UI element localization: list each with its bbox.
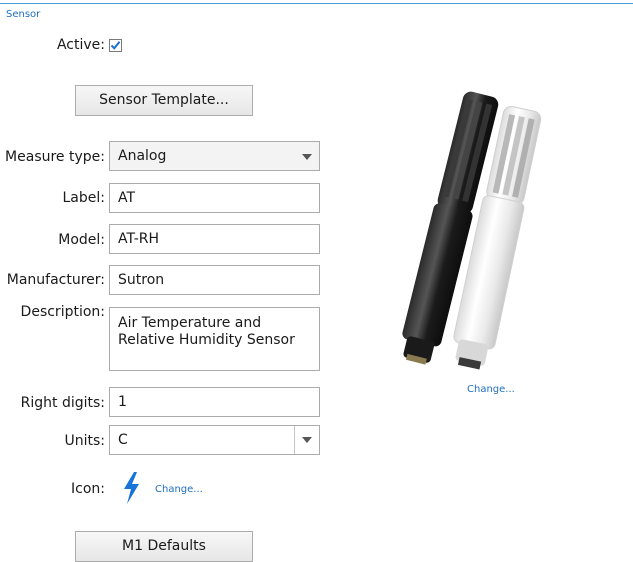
label-field[interactable]: AT (109, 183, 320, 213)
active-checkbox[interactable] (109, 39, 122, 52)
chevron-down-icon (302, 437, 312, 443)
active-label: Active: (56, 37, 105, 53)
sensor-group-title: Sensor (6, 9, 41, 20)
icon-label: Icon: (71, 481, 105, 497)
lightning-bolt-icon (124, 472, 139, 504)
measure-type-value: Analog (118, 148, 167, 164)
manufacturer-field[interactable]: Sutron (109, 265, 320, 295)
checkmark-icon (110, 41, 121, 50)
right-digits-label: Right digits: (20, 395, 105, 411)
description-label: Description: (20, 304, 105, 320)
sensor-group-line (0, 3, 633, 4)
units-dropdown-button[interactable] (294, 426, 319, 454)
measure-type-label: Measure type: (5, 149, 105, 165)
image-change-link[interactable]: Change... (467, 384, 515, 395)
sensor-template-button[interactable]: Sensor Template... (75, 85, 253, 116)
description-field[interactable]: Air Temperature and Relative Humidity Se… (109, 307, 320, 371)
manufacturer-label: Manufacturer: (6, 272, 105, 288)
units-combobox[interactable]: C (109, 425, 320, 455)
chevron-down-icon (302, 154, 312, 160)
label-label: Label: (62, 190, 106, 206)
sensor-photo (402, 91, 542, 370)
icon-change-link[interactable]: Change... (155, 484, 203, 495)
units-label: Units: (64, 433, 105, 449)
units-value: C (118, 432, 128, 448)
model-label: Model: (58, 232, 105, 248)
m1-defaults-button[interactable]: M1 Defaults (75, 531, 253, 562)
model-field[interactable]: AT-RH (109, 224, 320, 254)
right-digits-field[interactable]: 1 (109, 387, 320, 417)
measure-type-select[interactable]: Analog (109, 141, 320, 171)
